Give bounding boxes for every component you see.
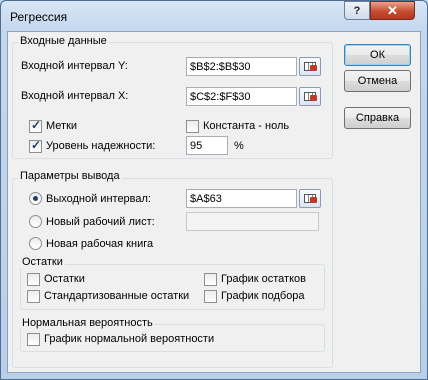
residuals-group bbox=[20, 264, 325, 310]
x-range-input[interactable] bbox=[186, 87, 297, 106]
output-group-label: Параметры вывода bbox=[18, 170, 122, 182]
y-range-collapse-button[interactable] bbox=[299, 57, 321, 76]
confidence-checkbox[interactable] bbox=[29, 138, 42, 153]
y-range-label: Входной интервал Y: bbox=[21, 60, 128, 72]
normal-probability-group-label: Нормальная вероятность bbox=[20, 317, 155, 329]
new-workbook-radio[interactable] bbox=[29, 237, 42, 250]
regression-dialog: Регрессия ? ✕ Входные данные Входной инт… bbox=[0, 0, 428, 380]
x-range-collapse-button[interactable] bbox=[299, 87, 321, 106]
confidence-checkbox-label[interactable]: Уровень надежности: bbox=[46, 140, 155, 152]
help-title-button[interactable]: ? bbox=[344, 1, 370, 20]
new-sheet-radio[interactable] bbox=[29, 215, 42, 228]
title-bar[interactable]: Регрессия ? ✕ bbox=[1, 1, 427, 31]
input-group-label: Входные данные bbox=[18, 35, 109, 47]
labels-checkbox-label[interactable]: Метки bbox=[46, 120, 77, 132]
dialog-title: Регрессия bbox=[10, 10, 68, 24]
question-icon: ? bbox=[353, 4, 361, 17]
normal-plot-label[interactable]: График нормальной вероятности bbox=[44, 333, 214, 345]
residual-plots-label[interactable]: График остатков bbox=[221, 273, 306, 285]
help-button[interactable]: Справка bbox=[344, 107, 411, 129]
labels-checkbox[interactable] bbox=[29, 118, 42, 133]
line-fit-plots-checkbox[interactable] bbox=[204, 290, 217, 303]
standardized-residuals-label[interactable]: Стандартизованные остатки bbox=[44, 290, 189, 302]
constant-zero-checkbox[interactable] bbox=[186, 120, 199, 133]
confidence-level-input[interactable] bbox=[186, 136, 228, 155]
percent-unit: % bbox=[234, 140, 244, 152]
residuals-label[interactable]: Остатки bbox=[44, 273, 85, 285]
residual-plots-checkbox[interactable] bbox=[204, 273, 217, 286]
new-sheet-input[interactable] bbox=[186, 212, 319, 231]
residuals-checkbox[interactable] bbox=[27, 273, 40, 286]
dialog-client-area: Входные данные Входной интервал Y: Входн… bbox=[7, 31, 421, 373]
normal-plot-checkbox[interactable] bbox=[27, 333, 40, 346]
residuals-group-label: Остатки bbox=[20, 256, 65, 268]
standardized-residuals-checkbox[interactable] bbox=[27, 290, 40, 303]
x-range-label: Входной интервал X: bbox=[21, 90, 129, 102]
output-range-radio[interactable] bbox=[29, 192, 42, 205]
cancel-button[interactable]: Отмена bbox=[344, 70, 411, 92]
ok-button[interactable]: ОК bbox=[344, 44, 411, 66]
line-fit-plots-label[interactable]: График подбора bbox=[221, 290, 305, 302]
output-range-collapse-button[interactable] bbox=[299, 189, 321, 208]
output-range-label[interactable]: Выходной интервал: bbox=[46, 193, 151, 205]
constant-zero-label[interactable]: Константа - ноль bbox=[203, 120, 289, 132]
close-button[interactable]: ✕ bbox=[370, 1, 415, 20]
new-sheet-label[interactable]: Новый рабочий лист: bbox=[46, 216, 155, 228]
output-range-input[interactable] bbox=[186, 189, 297, 208]
close-icon: ✕ bbox=[387, 2, 398, 18]
y-range-input[interactable] bbox=[186, 57, 297, 76]
new-workbook-label[interactable]: Новая рабочая книга bbox=[46, 238, 153, 250]
